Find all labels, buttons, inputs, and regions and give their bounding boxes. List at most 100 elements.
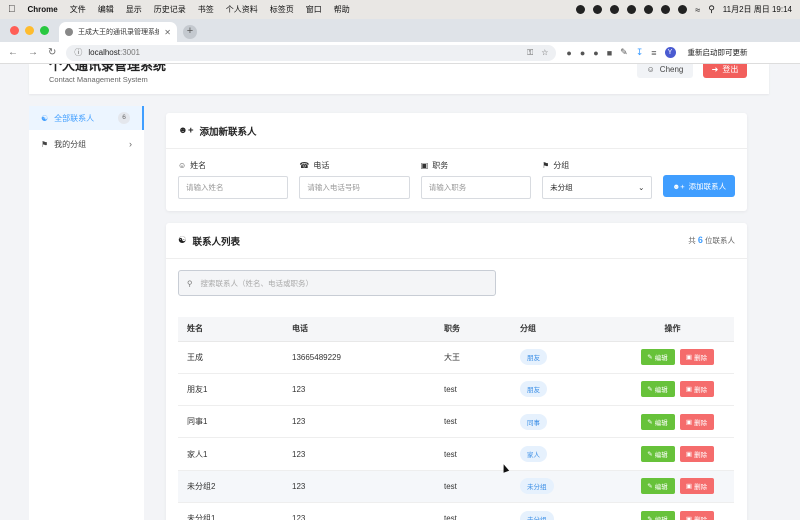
contact-group-cell: 未分组 xyxy=(511,470,611,503)
delete-button[interactable]: ▣删除 xyxy=(679,510,714,520)
edit-button[interactable]: ✎编辑 xyxy=(640,349,675,366)
wifi-icon[interactable]: ≈ xyxy=(695,5,700,15)
edit-button[interactable]: ✎编辑 xyxy=(640,413,675,430)
table-row: 未分组2 123 test 未分组 ✎ 编辑 ▣ 删除 xyxy=(178,470,734,503)
row-actions: ✎编辑▣删除 xyxy=(620,446,734,463)
add-contact-button[interactable]: ☻+ 添加联系人 xyxy=(663,175,736,197)
delete-button[interactable]: ▣删除 xyxy=(679,413,714,430)
delete-label: 删除 xyxy=(694,355,708,363)
menu-history[interactable]: 历史记录 xyxy=(154,4,186,15)
menu-edit[interactable]: 编辑 xyxy=(98,4,114,15)
contact-name: 王成 xyxy=(178,341,283,374)
job-title-input[interactable]: 请输入职务 xyxy=(420,176,532,199)
extension-1-icon[interactable]: ● xyxy=(566,48,571,58)
sidebar-item-my-groups[interactable]: ⚑ 我的分组 › xyxy=(29,132,144,156)
group-tag: 同事 xyxy=(520,413,547,430)
new-tab-button[interactable]: + xyxy=(183,25,197,39)
edit-label: 编辑 xyxy=(655,514,668,520)
delete-button[interactable]: ▣删除 xyxy=(679,349,714,366)
menu-tabs[interactable]: 标签页 xyxy=(270,4,294,15)
tray-app-icon[interactable] xyxy=(593,5,603,14)
minimize-window-button[interactable] xyxy=(25,26,34,35)
menu-file[interactable]: 文件 xyxy=(70,4,86,15)
edit-button[interactable]: ✎编辑 xyxy=(640,510,675,520)
contact-group-cell: 朋友 xyxy=(511,341,611,374)
search-icon[interactable]: ⚲ xyxy=(708,4,715,15)
phone-input[interactable]: 请输入电话号码 xyxy=(299,176,410,199)
clock-text[interactable]: 11月2日 周日 19:14 xyxy=(723,4,792,15)
site-info-icon[interactable]: ⓘ xyxy=(74,47,82,58)
trash-icon: ▣ xyxy=(685,451,693,459)
add-contact-label: 添加联系人 xyxy=(688,181,727,191)
edit-button[interactable]: ✎编辑 xyxy=(640,446,675,463)
trash-icon: ▣ xyxy=(685,418,693,426)
delete-label: 删除 xyxy=(694,387,708,395)
tray-record-icon[interactable] xyxy=(576,5,586,14)
menu-bookmarks[interactable]: 书签 xyxy=(198,4,214,15)
job-title-label: 职务 xyxy=(432,161,449,170)
password-key-icon[interactable]: ⚿ xyxy=(527,48,533,58)
address-bar[interactable]: ⓘ localhost:3001 ⚿ ☆ xyxy=(66,44,557,61)
browser-tab[interactable]: 王成大王的通讯录管理系统 ✕ xyxy=(59,22,177,42)
extension-2-icon[interactable]: ● xyxy=(580,48,585,58)
contact-phone: 13665489229 xyxy=(283,341,435,374)
tray-chat-icon[interactable] xyxy=(610,5,620,14)
tray-wechat-icon[interactable] xyxy=(627,5,637,14)
zoom-window-button[interactable] xyxy=(40,26,49,35)
delete-button[interactable]: ▣删除 xyxy=(679,381,714,398)
phone-label: 电话 xyxy=(313,161,330,170)
download-icon[interactable]: ↧ xyxy=(636,47,644,58)
user-icon: ☺ xyxy=(178,161,187,170)
contact-phone: 123 xyxy=(283,405,435,439)
search-input[interactable]: ⚲ 搜索联系人（姓名、电话或职务） xyxy=(178,270,496,296)
edit-button[interactable]: ✎编辑 xyxy=(640,381,675,398)
group-tag: 未分组 xyxy=(520,478,554,495)
url-port: :3001 xyxy=(119,48,140,57)
table-row: 家人1 123 test 家人 ✎ 编辑 ▣ 删除 xyxy=(178,437,734,471)
tab-search-icon[interactable]: ≡ xyxy=(651,48,656,58)
phone-label-row: ☎ 电话 xyxy=(299,160,409,171)
name-input[interactable]: 请输入姓名 xyxy=(178,176,289,199)
delete-button[interactable]: ▣删除 xyxy=(679,478,714,495)
trash-icon: ▣ xyxy=(685,386,693,394)
apple-icon[interactable]:  xyxy=(8,4,16,15)
menu-view[interactable]: 显示 xyxy=(126,4,142,15)
tray-toggle-icon[interactable] xyxy=(678,5,688,14)
logout-label: 登出 xyxy=(722,64,739,74)
contact-name: 未分组1 xyxy=(178,502,283,520)
page-viewport: 个人通讯录管理系统 Contact Management System ☺ Ch… xyxy=(0,64,800,520)
search-placeholder: 搜索联系人（姓名、电话或职务） xyxy=(200,278,314,288)
extensions-puzzle-icon[interactable]: ✎ xyxy=(620,47,628,58)
restart-update-button[interactable]: 重新启动即可更新 xyxy=(688,47,748,58)
sidebar-item-all-contacts[interactable]: ☯ 全部联系人 6 xyxy=(29,106,144,130)
tray-app2-icon[interactable] xyxy=(644,5,654,14)
pencil-icon: ✎ xyxy=(647,515,653,520)
add-contact-card: ☻+ 添加新联系人 ☺ 姓名 请输入姓名 ☎ 电话 请输入电话号码 ▣ 职务 请… xyxy=(166,113,747,211)
user-button[interactable]: ☺ Cheng xyxy=(637,64,693,78)
edit-label: 编辑 xyxy=(654,355,668,363)
extension-3-icon[interactable]: ● xyxy=(593,48,598,58)
window-controls xyxy=(0,26,59,42)
add-contact-form: ☺ 姓名 请输入姓名 ☎ 电话 请输入电话号码 ▣ 职务 请输入职务 ⚑ 分组 … xyxy=(166,149,747,199)
tab-close-icon[interactable]: ✕ xyxy=(164,28,171,37)
menu-window[interactable]: 窗口 xyxy=(306,4,322,15)
group-select[interactable]: 未分组 ⌄ xyxy=(542,176,653,199)
col-group: 分组 xyxy=(511,317,611,342)
close-window-button[interactable] xyxy=(10,26,19,35)
logout-button[interactable]: ➜ 登出 xyxy=(703,64,747,78)
profile-avatar[interactable]: Y xyxy=(664,47,676,58)
back-icon[interactable]: ← xyxy=(8,47,18,58)
bookmark-star-icon[interactable]: ☆ xyxy=(541,48,548,58)
forward-icon[interactable]: → xyxy=(28,47,38,58)
menu-app-name[interactable]: Chrome xyxy=(28,5,58,14)
table-row: 未分组1123test 未分组 ✎编辑 ▣删除 xyxy=(178,502,734,520)
menu-help[interactable]: 帮助 xyxy=(334,4,350,15)
tray-play-icon[interactable] xyxy=(661,5,671,14)
contact-title: test xyxy=(435,405,511,439)
edit-button[interactable]: ✎编辑 xyxy=(640,478,675,495)
contact-title: test xyxy=(435,437,511,471)
delete-button[interactable]: ▣删除 xyxy=(679,446,714,463)
extension-4-icon[interactable]: ■ xyxy=(607,48,612,58)
menu-profiles[interactable]: 个人资料 xyxy=(226,4,258,15)
reload-icon[interactable]: ↻ xyxy=(48,47,56,58)
